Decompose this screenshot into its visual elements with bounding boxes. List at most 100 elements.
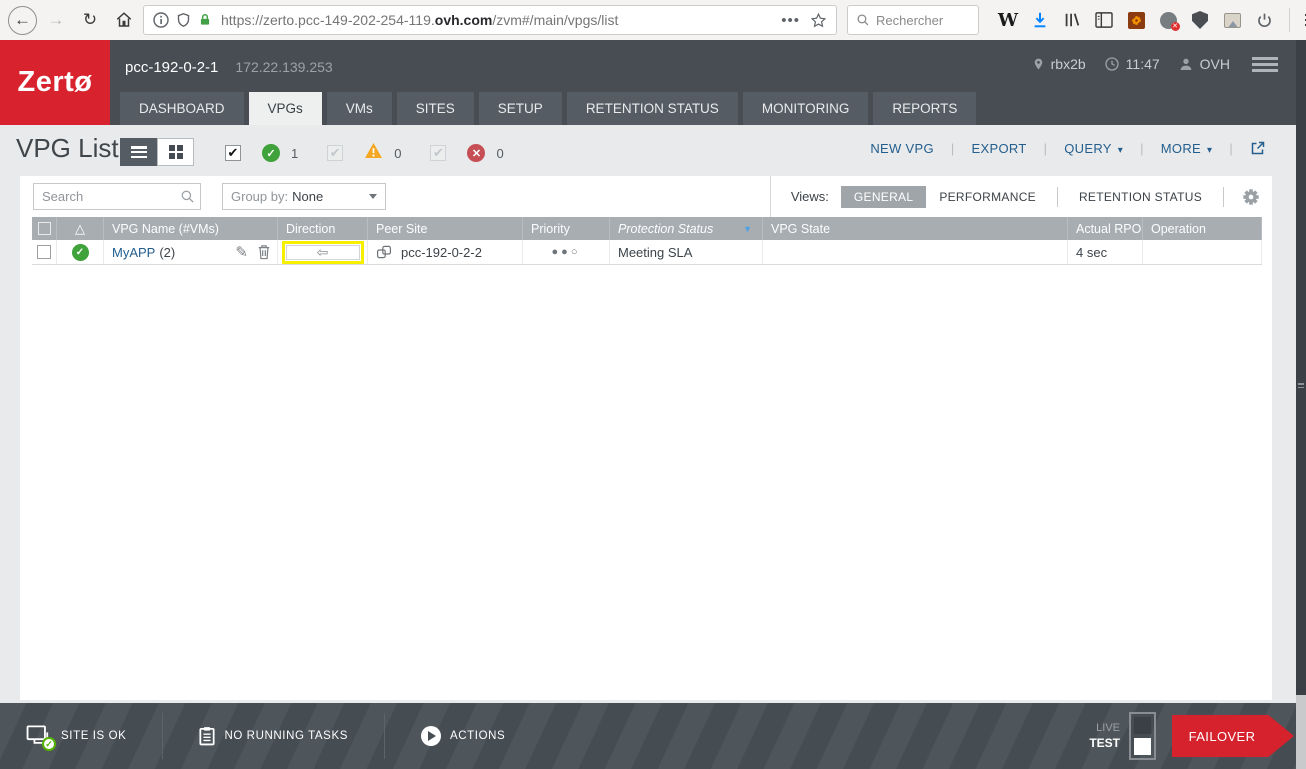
tasks-label: NO RUNNING TASKS <box>224 730 348 742</box>
table-header: △ VPG Name (#VMs) Direction Peer Site Pr… <box>32 217 1262 240</box>
group-by-select[interactable]: Group by: None <box>222 183 386 210</box>
page-actions-icon[interactable]: ••• <box>781 12 800 29</box>
toggle-live-position[interactable] <box>1134 717 1151 734</box>
column-vpg-state[interactable]: VPG State <box>763 217 1068 240</box>
caret-down-icon: ▾ <box>1207 145 1212 156</box>
browser-search-input[interactable] <box>876 13 962 28</box>
column-direction[interactable]: Direction <box>278 217 368 240</box>
shield-extension-icon[interactable] <box>1185 5 1215 35</box>
vpg-ok-status-icon: ✓ <box>72 244 89 261</box>
forward-button[interactable]: → <box>41 5 71 35</box>
caret-down-icon: ▾ <box>1118 145 1123 156</box>
peer-site-name: pcc-192-0-2-2 <box>401 245 482 260</box>
browser-search-box[interactable] <box>847 5 979 35</box>
tab-setup[interactable]: SETUP <box>479 92 562 125</box>
url-text[interactable]: https://zerto.pcc-149-202-254-119.ovh.co… <box>221 12 618 28</box>
tasks-clipboard-icon <box>199 726 215 746</box>
select-all-checkbox[interactable] <box>38 222 51 235</box>
column-actual-rpo[interactable]: Actual RPO <box>1068 217 1143 240</box>
home-button[interactable] <box>109 5 139 35</box>
tracking-shield-icon[interactable] <box>176 12 191 28</box>
site-monitor-icon: ✓ <box>26 725 52 747</box>
external-link-icon <box>1250 140 1266 156</box>
running-tasks[interactable]: NO RUNNING TASKS <box>199 726 348 746</box>
vpg-name-link[interactable]: MyAPP <box>112 245 155 260</box>
column-vpg-name[interactable]: VPG Name (#VMs) <box>104 217 278 240</box>
reload-button[interactable]: ↻ <box>75 5 105 35</box>
grid-view-button[interactable] <box>157 138 194 166</box>
delete-vpg-icon[interactable] <box>257 244 271 260</box>
error-filter-checkbox[interactable]: ✔ <box>430 145 446 161</box>
vpg-state-cell <box>763 240 1068 264</box>
query-button[interactable]: QUERY▾ <box>1064 141 1123 156</box>
browser-menu-icon[interactable] <box>1298 5 1306 35</box>
bookmark-star-icon[interactable] <box>810 12 827 29</box>
peer-site-cell: pcc-192-0-2-2 <box>368 240 523 264</box>
views-label: Views: <box>791 189 829 204</box>
vpg-search-input[interactable] <box>33 183 201 210</box>
url-bar[interactable]: https://zerto.pcc-149-202-254-119.ovh.co… <box>143 5 837 35</box>
list-view-button[interactable] <box>120 138 157 166</box>
view-general[interactable]: GENERAL <box>841 186 926 208</box>
new-vpg-button[interactable]: NEW VPG <box>870 141 934 156</box>
protection-status-cell: Meeting SLA <box>610 240 763 264</box>
more-button[interactable]: MORE▾ <box>1161 141 1213 156</box>
site-location: rbx2b <box>1032 56 1086 72</box>
direction-highlight: ⇦ <box>282 241 364 264</box>
actions-menu[interactable]: ACTIONS <box>421 726 505 746</box>
back-button[interactable]: ← <box>8 6 37 35</box>
filter-row: Group by: None Views: GENERAL PERFORMANC… <box>20 176 1272 217</box>
row-checkbox[interactable] <box>37 245 51 259</box>
export-button[interactable]: EXPORT <box>972 141 1027 156</box>
error-status-icon: ✕ <box>467 144 485 162</box>
table-settings-button[interactable] <box>1242 188 1260 206</box>
column-protection-status[interactable]: Protection Status▼ <box>610 217 763 240</box>
toggle-test-position[interactable] <box>1134 738 1151 755</box>
priority-medium-dots: ●●○ <box>552 246 581 258</box>
scrollbar-thumb[interactable] <box>1296 40 1306 695</box>
view-retention-status[interactable]: RETENTION STATUS <box>1066 186 1215 208</box>
direction-button[interactable]: ⇦ <box>286 245 360 260</box>
ok-filter-checkbox[interactable]: ✔ <box>225 145 241 161</box>
open-new-window-button[interactable] <box>1250 140 1266 156</box>
gear-extension-icon[interactable] <box>1121 5 1151 35</box>
site-status[interactable]: ✓ SITE IS OK <box>26 725 126 747</box>
url-path: /zvm#/main/vpgs/list <box>492 12 618 28</box>
column-priority[interactable]: Priority <box>523 217 610 240</box>
live-test-toggle[interactable] <box>1129 712 1156 760</box>
sidebar-icon[interactable] <box>1089 5 1119 35</box>
column-peer-site[interactable]: Peer Site <box>368 217 523 240</box>
main-content: VPG List ✔ ✓ 1 ✔ 0 ✔ ✕ 0 NEW VPG | EXPOR… <box>0 125 1306 703</box>
failover-button[interactable]: FAILOVER <box>1172 715 1294 757</box>
tab-monitoring[interactable]: MONITORING <box>743 92 869 125</box>
app-menu-icon[interactable] <box>1252 57 1278 72</box>
tab-dashboard[interactable]: DASHBOARD <box>120 92 244 125</box>
warning-filter-checkbox[interactable]: ✔ <box>327 145 343 161</box>
power-icon[interactable] <box>1249 5 1279 35</box>
ok-status-icon: ✓ <box>262 144 280 162</box>
site-ip: 172.22.139.253 <box>235 59 332 75</box>
screenshot-extension-icon[interactable] <box>1217 5 1247 35</box>
status-filters: ✔ ✓ 1 ✔ 0 ✔ ✕ 0 <box>225 142 533 164</box>
table-row[interactable]: ✓ MyAPP (2) ✎ ⇦ pcc-192-0-2-2 ●●○ Meeti <box>32 240 1262 265</box>
library-icon[interactable] <box>1057 5 1087 35</box>
wappalyzer-extension-icon[interactable]: W <box>993 5 1023 35</box>
actual-rpo-cell: 4 sec <box>1068 240 1143 264</box>
tab-vpgs[interactable]: VPGs <box>249 92 322 125</box>
alerts-column-header[interactable]: △ <box>57 217 104 240</box>
edit-vpg-icon[interactable]: ✎ <box>235 243 248 261</box>
tab-vms[interactable]: VMs <box>327 92 392 125</box>
page-scrollbar[interactable] <box>1296 40 1306 769</box>
tab-retention-status[interactable]: RETENTION STATUS <box>567 92 738 125</box>
privacy-extension-icon[interactable]: ✕ <box>1153 5 1183 35</box>
view-performance[interactable]: PERFORMANCE <box>926 186 1049 208</box>
tab-reports[interactable]: REPORTS <box>873 92 976 125</box>
clock-icon <box>1104 56 1120 72</box>
column-operation[interactable]: Operation <box>1143 217 1262 240</box>
page-info-icon[interactable] <box>153 12 169 28</box>
server-time: 11:47 <box>1104 56 1160 72</box>
download-icon[interactable] <box>1025 5 1055 35</box>
tab-sites[interactable]: SITES <box>397 92 474 125</box>
user-menu[interactable]: OVH <box>1178 56 1230 72</box>
operation-cell <box>1143 240 1262 264</box>
